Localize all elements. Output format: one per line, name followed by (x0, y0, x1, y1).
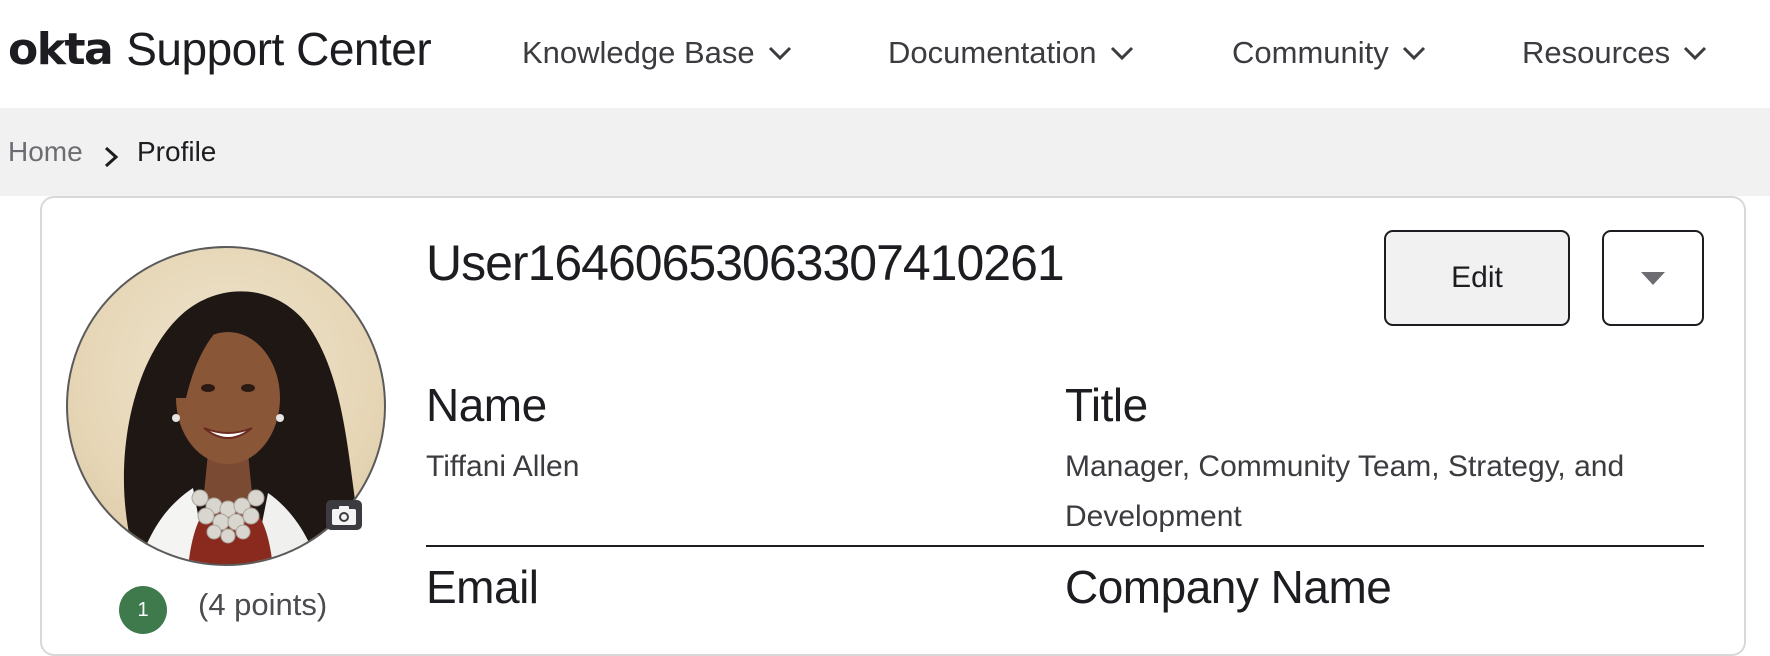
profile-username: User16460653063307410261 (426, 235, 1065, 291)
title-value: Manager, Community Team, Strategy, and D… (1065, 450, 1625, 533)
nav-knowledge-base[interactable]: Knowledge Base (522, 28, 793, 78)
title-label: Title (1065, 379, 1148, 431)
change-photo-button[interactable] (326, 500, 362, 530)
level-badge: 1 (119, 586, 167, 634)
chevron-down-icon (1110, 46, 1133, 61)
edit-button[interactable]: Edit (1384, 230, 1570, 326)
breadcrumb-home-link[interactable]: Home (8, 136, 83, 168)
breadcrumb: Home Profile (0, 108, 1770, 196)
site-title: Support Center (126, 23, 432, 75)
email-label: Email (426, 561, 539, 613)
chevron-right-icon (104, 146, 119, 168)
okta-logo: okta (8, 23, 114, 75)
section-divider (426, 545, 1704, 547)
name-label: Name (426, 379, 547, 431)
caret-down-icon (1641, 272, 1665, 285)
nav-label: Resources (1522, 35, 1671, 70)
nav-documentation[interactable]: Documentation (888, 28, 1135, 78)
nav-resources[interactable]: Resources (1522, 28, 1708, 78)
chevron-down-icon (1402, 46, 1425, 61)
breadcrumb-current: Profile (137, 136, 217, 167)
chevron-down-icon (768, 46, 791, 61)
name-value: Tiffani Allen (426, 450, 580, 483)
nav-label: Knowledge Base (522, 35, 755, 70)
more-actions-button[interactable] (1602, 230, 1704, 326)
nav-community[interactable]: Community (1232, 28, 1427, 78)
site-logo[interactable]: okta Support Center (8, 14, 432, 84)
nav-label: Documentation (888, 35, 1097, 70)
chevron-down-icon (1684, 46, 1707, 61)
nav-label: Community (1232, 35, 1389, 70)
points-count: (4 points) (198, 587, 328, 622)
site-header: okta Support Center Knowledge Base Docum… (0, 0, 1770, 108)
camera-icon (332, 506, 356, 525)
company-name-label: Company Name (1065, 561, 1392, 613)
